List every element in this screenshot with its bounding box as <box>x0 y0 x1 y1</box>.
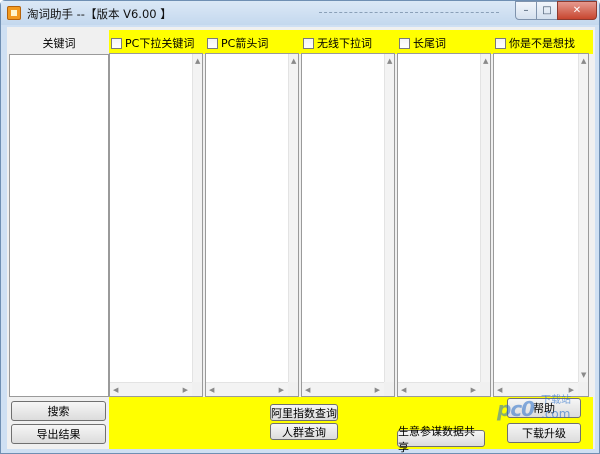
column-header-pc-dropdown[interactable]: PC下拉关键词 <box>109 33 194 53</box>
search-button[interactable]: 搜索 <box>11 401 106 421</box>
scroll-down-icon[interactable]: ▼ <box>581 371 586 379</box>
help-button[interactable]: 帮助 <box>507 398 581 418</box>
scroll-left-icon[interactable]: ◀ <box>113 386 118 394</box>
ali-index-query-button[interactable]: 阿里指数查询 <box>270 404 338 421</box>
column-header-pc-arrow[interactable]: PC箭头词 <box>205 33 268 53</box>
scroll-left-icon[interactable]: ◀ <box>209 386 214 394</box>
crowd-query-button[interactable]: 人群查询 <box>270 423 338 440</box>
scroll-up-icon[interactable]: ▲ <box>483 57 488 65</box>
window-title: 淘词助手 --【版本 V6.00 】 <box>27 7 172 21</box>
horizontal-scrollbar[interactable]: ◀ ▶ <box>206 382 298 396</box>
horizontal-scrollbar[interactable]: ◀ ▶ <box>398 382 490 396</box>
scroll-up-icon[interactable]: ▲ <box>387 57 392 65</box>
checkbox-did-you-mean[interactable] <box>495 37 506 49</box>
scroll-up-icon[interactable]: ▲ <box>195 57 200 65</box>
horizontal-scrollbar[interactable]: ◀ ▶ <box>110 382 202 396</box>
vertical-scrollbar[interactable]: ▲ <box>384 54 394 382</box>
scroll-left-icon[interactable]: ◀ <box>401 386 406 394</box>
maximize-button[interactable]: □ <box>536 1 558 20</box>
close-icon: ✕ <box>572 5 582 16</box>
scroll-corner <box>578 382 588 396</box>
scroll-corner <box>288 382 298 396</box>
vertical-scrollbar[interactable]: ▲ ▼ <box>578 54 588 382</box>
app-window: 淘词助手 --【版本 V6.00 】 – □ ✕ 关键词 PC下拉关键词 PC箭… <box>0 0 600 454</box>
scroll-right-icon[interactable]: ▶ <box>569 386 574 394</box>
business-data-share-button[interactable]: 生意参谋数据共享 <box>397 425 485 454</box>
scroll-right-icon[interactable]: ▶ <box>279 386 284 394</box>
scroll-up-icon[interactable]: ▲ <box>291 57 296 65</box>
column-header-longtail[interactable]: 长尾词 <box>397 33 446 53</box>
title-bar[interactable]: 淘词助手 --【版本 V6.00 】 – □ ✕ <box>1 1 599 25</box>
column-label: PC下拉关键词 <box>125 37 195 50</box>
app-icon <box>7 6 21 20</box>
column-header-wireless[interactable]: 无线下拉词 <box>301 33 372 53</box>
column-label: 无线下拉词 <box>317 37 372 50</box>
scroll-left-icon[interactable]: ◀ <box>497 386 502 394</box>
vertical-scrollbar[interactable]: ▲ <box>480 54 490 382</box>
keyword-input-area[interactable] <box>9 54 109 397</box>
title-divider <box>319 12 499 13</box>
column-label: 长尾词 <box>413 37 446 50</box>
scroll-right-icon[interactable]: ▶ <box>183 386 188 394</box>
maximize-icon: □ <box>542 5 552 16</box>
horizontal-scrollbar[interactable]: ◀ ▶ <box>302 382 394 396</box>
column-label: 你是不是想找 <box>509 37 575 50</box>
scroll-corner <box>384 382 394 396</box>
scroll-corner <box>192 382 202 396</box>
export-results-button[interactable]: 导出结果 <box>11 424 106 444</box>
vertical-scrollbar[interactable]: ▲ <box>192 54 202 382</box>
close-button[interactable]: ✕ <box>557 1 597 20</box>
checkbox-pc-arrow[interactable] <box>207 37 218 49</box>
result-list-wireless[interactable]: ▲ ◀ ▶ <box>301 53 395 397</box>
scroll-corner <box>480 382 490 396</box>
scroll-right-icon[interactable]: ▶ <box>471 386 476 394</box>
result-list-pc-arrow[interactable]: ▲ ◀ ▶ <box>205 53 299 397</box>
scroll-left-icon[interactable]: ◀ <box>305 386 310 394</box>
horizontal-scrollbar[interactable]: ◀ ▶ <box>494 382 588 396</box>
checkbox-pc-dropdown[interactable] <box>111 37 122 49</box>
minimize-button[interactable]: – <box>515 1 537 20</box>
scroll-right-icon[interactable]: ▶ <box>375 386 380 394</box>
scroll-up-icon[interactable]: ▲ <box>581 57 586 65</box>
result-list-pc-dropdown[interactable]: ▲ ◀ ▶ <box>109 53 203 397</box>
client-area: 关键词 PC下拉关键词 PC箭头词 无线下拉词 长尾词 你是不是想找 ▲ ◀ ▶… <box>7 27 595 454</box>
vertical-scrollbar[interactable]: ▲ <box>288 54 298 382</box>
download-upgrade-button[interactable]: 下载升级 <box>507 423 581 443</box>
result-list-longtail[interactable]: ▲ ◀ ▶ <box>397 53 491 397</box>
minimize-icon: – <box>523 5 529 16</box>
keyword-header: 关键词 <box>42 37 76 50</box>
column-header-did-you-mean[interactable]: 你是不是想找 <box>493 33 575 53</box>
checkbox-longtail[interactable] <box>399 37 410 49</box>
column-label: PC箭头词 <box>221 37 269 50</box>
checkbox-wireless[interactable] <box>303 37 314 49</box>
result-list-did-you-mean[interactable]: ▲ ▼ ◀ ▶ <box>493 53 589 397</box>
